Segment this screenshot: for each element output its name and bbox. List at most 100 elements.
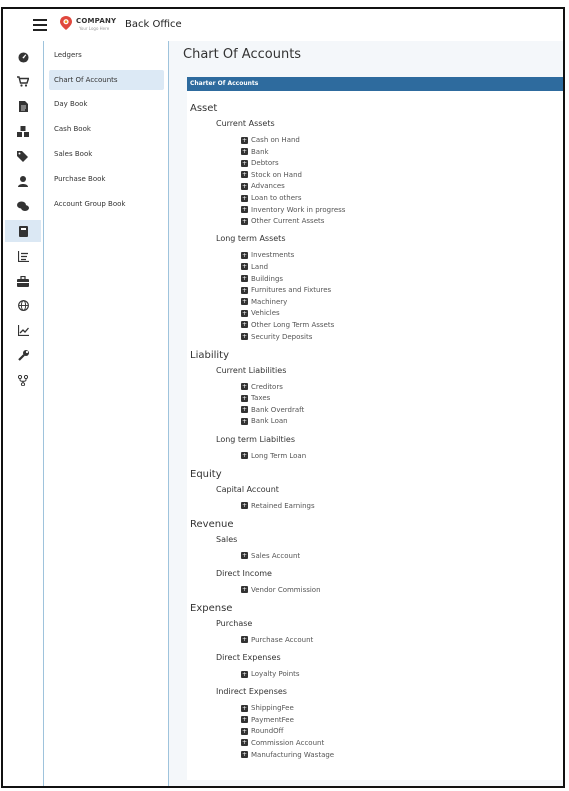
account-item-label: Inventory Work in progress [251, 205, 346, 214]
account-item[interactable]: + Security Deposits [241, 333, 312, 343]
account-item[interactable]: + Loan to others [241, 194, 302, 204]
expand-plus-icon[interactable]: + [241, 751, 248, 758]
account-item-label: Other Long Term Assets [251, 320, 335, 329]
sidebar-globe-icon[interactable] [15, 297, 31, 313]
menu-item-purchase-book[interactable]: Purchase Book [54, 169, 164, 189]
account-item-label: Stock on Hand [251, 170, 302, 179]
account-item[interactable]: + Creditors [241, 383, 283, 393]
account-item[interactable]: + Investments [241, 251, 294, 261]
account-group: Indirect Expenses [216, 687, 287, 697]
account-item[interactable]: + Commission Account [241, 739, 324, 749]
hamburger-menu-icon[interactable] [33, 17, 47, 31]
expand-plus-icon[interactable]: + [241, 502, 248, 510]
account-item[interactable]: + Long Term Loan [241, 452, 306, 462]
expand-plus-icon[interactable]: + [241, 171, 248, 179]
account-group: Direct Income [216, 568, 272, 578]
expand-plus-icon[interactable]: + [241, 704, 248, 712]
account-item[interactable]: + Buildings [241, 275, 283, 285]
sidebar-wrench-icon[interactable] [15, 347, 31, 363]
expand-plus-icon[interactable]: + [241, 739, 248, 747]
account-item[interactable]: + Loyalty Points [241, 670, 300, 680]
app-window: COMPANY Your Logo Here Back Office Ledge… [1, 7, 565, 788]
expand-plus-icon[interactable]: + [241, 383, 248, 391]
expand-plus-icon[interactable]: + [241, 586, 248, 594]
expand-plus-icon[interactable]: + [241, 321, 248, 329]
account-item[interactable]: + PaymentFee [241, 716, 294, 726]
expand-plus-icon[interactable]: + [241, 333, 248, 340]
account-item[interactable]: + ShippingFee [241, 704, 294, 714]
account-item[interactable]: + Furnitures and Fixtures [241, 286, 331, 296]
account-item[interactable]: + Vendor Commission [241, 586, 321, 596]
menu-item-sales-book[interactable]: Sales Book [54, 144, 164, 164]
account-item[interactable]: + Bank Loan [241, 417, 288, 427]
expand-plus-icon[interactable]: + [241, 206, 248, 214]
sidebar-book-icon[interactable] [5, 220, 41, 242]
sidebar-chart-icon[interactable] [15, 322, 31, 338]
sidebar-dashboard-icon[interactable] [15, 49, 31, 65]
account-item-label: Machinery [251, 297, 288, 306]
expand-plus-icon[interactable]: + [241, 217, 248, 225]
expand-plus-icon[interactable]: + [241, 298, 248, 306]
account-item[interactable]: + Cash on Hand [241, 136, 300, 146]
account-item[interactable]: + Advances [241, 182, 285, 192]
sidebar-fork-icon[interactable] [15, 372, 31, 388]
card-header: Charter Of Accounts [187, 77, 563, 91]
account-item[interactable]: + Vehicles [241, 309, 280, 319]
expand-plus-icon[interactable]: + [241, 194, 248, 202]
menu-item-chart-of-accounts[interactable]: Chart Of Accounts [49, 70, 164, 90]
account-item-label: ShippingFee [251, 704, 294, 713]
expand-plus-icon[interactable]: + [241, 275, 248, 282]
account-item[interactable]: + Machinery [241, 298, 287, 308]
sidebar-toolbox-icon[interactable] [15, 273, 31, 289]
sidebar-tags-icon[interactable] [15, 148, 31, 164]
account-item[interactable]: + Land [241, 263, 268, 273]
account-group: Sales [216, 534, 238, 544]
menu-item-account-group-book[interactable]: Account Group Book [54, 194, 164, 214]
account-item-label: Taxes [251, 394, 271, 403]
sidebar-list-icon[interactable] [15, 248, 31, 264]
expand-plus-icon[interactable]: + [241, 309, 248, 317]
account-item[interactable]: + Taxes [241, 394, 270, 404]
expand-plus-icon[interactable]: + [241, 636, 248, 644]
account-item-label: RoundOff [251, 727, 284, 736]
expand-plus-icon[interactable]: + [241, 263, 248, 271]
account-item[interactable]: + Bank [241, 148, 269, 158]
expand-plus-icon[interactable]: + [241, 727, 248, 735]
account-item-label: Loyalty Points [251, 670, 300, 678]
account-category-liability: Liability [190, 349, 229, 361]
menu-item-cash-book[interactable]: Cash Book [54, 119, 164, 139]
account-item[interactable]: + Inventory Work in progress [241, 206, 345, 216]
account-item[interactable]: + Other Long Term Assets [241, 321, 334, 331]
account-item[interactable]: + Manufacturing Wastage [241, 751, 334, 761]
expand-plus-icon[interactable]: + [241, 716, 248, 724]
expand-plus-icon[interactable]: + [241, 148, 248, 156]
menu-item-day-book[interactable]: Day Book [54, 94, 164, 114]
account-item[interactable]: + Bank Overdraft [241, 406, 304, 416]
sidebar-document-icon[interactable] [15, 98, 31, 114]
expand-plus-icon[interactable]: + [241, 286, 248, 294]
expand-plus-icon[interactable]: + [241, 136, 248, 144]
expand-plus-icon[interactable]: + [241, 251, 248, 259]
account-item[interactable]: + Sales Account [241, 552, 300, 562]
account-item[interactable]: + RoundOff [241, 727, 283, 737]
expand-plus-icon[interactable]: + [241, 159, 248, 167]
expand-plus-icon[interactable]: + [241, 452, 248, 459]
menu-item-ledgers[interactable]: Ledgers [54, 45, 164, 65]
sidebar-chat-icon[interactable] [15, 198, 31, 214]
account-item[interactable]: + Other Current Assets [241, 217, 324, 227]
expand-plus-icon[interactable]: + [241, 406, 248, 414]
expand-plus-icon[interactable]: + [241, 394, 248, 402]
expand-plus-icon[interactable]: + [241, 182, 248, 190]
account-item[interactable]: + Retained Earnings [241, 502, 315, 512]
account-item[interactable]: + Purchase Account [241, 636, 313, 646]
expand-plus-icon[interactable]: + [241, 552, 248, 560]
account-item-label: Advances [251, 182, 285, 191]
account-item[interactable]: + Stock on Hand [241, 171, 302, 181]
sidebar-cart-icon[interactable] [15, 73, 31, 89]
account-item[interactable]: + Debtors [241, 159, 279, 169]
expand-plus-icon[interactable]: + [241, 670, 248, 678]
expand-plus-icon[interactable]: + [241, 417, 248, 425]
sidebar-user-icon[interactable] [15, 173, 31, 189]
accounts-card: Charter Of Accounts Asset Current Assets +… [187, 77, 563, 780]
sidebar-boxes-icon[interactable] [15, 123, 31, 139]
